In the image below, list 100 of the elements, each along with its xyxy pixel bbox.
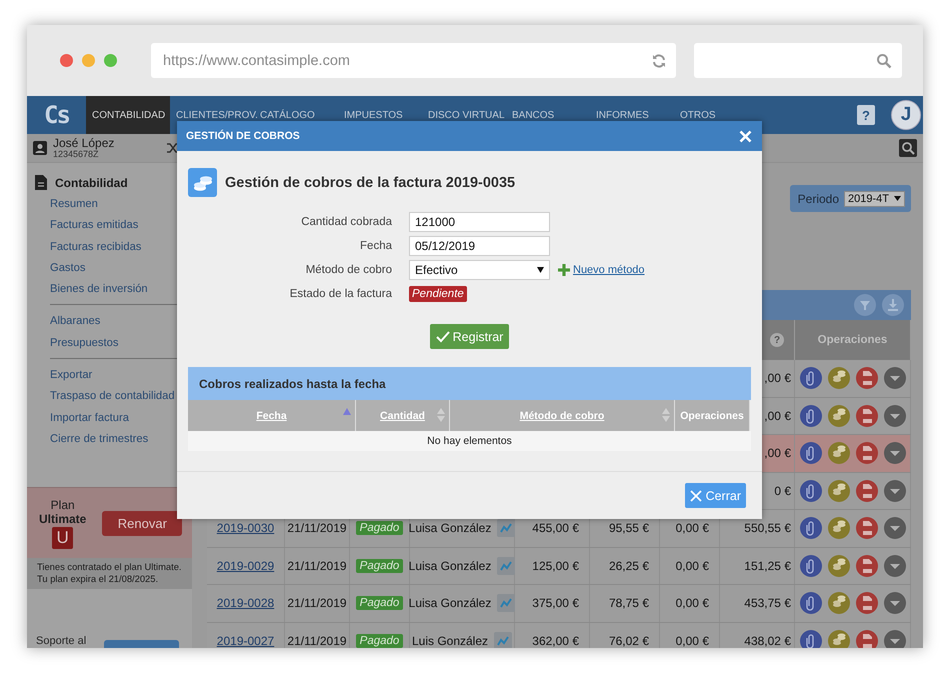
table-cell: Luisa González [408,558,492,573]
invoice-link[interactable]: 2019-0029 [216,558,274,573]
filter-icon[interactable] [854,294,876,316]
sidebar-link[interactable]: Exportar [50,365,92,386]
paperclip-icon[interactable] [800,592,822,614]
table-cell: 362,00 € [532,634,579,648]
table-cell: 76,02 € [608,634,649,648]
period-label: Periodo [798,192,840,206]
sidebar-link[interactable]: Presupuestos [50,332,118,354]
coins-icon[interactable] [828,554,850,577]
register-button[interactable]: Registrar [430,324,510,349]
user-avatar[interactable]: J [891,100,921,130]
pdf-icon[interactable] [856,554,878,577]
coins-icon[interactable] [828,592,850,614]
sidebar-link[interactable]: Bienes de inversión [50,279,148,300]
invoice-link[interactable]: 2019-0027 [216,634,274,648]
table-cell: 21/11/2019 [287,558,347,573]
status-badge: Pendiente [409,286,467,302]
pdf-icon[interactable] [856,404,878,427]
renew-button[interactable]: Renovar [102,510,182,536]
sortable-column-header[interactable]: Fecha [188,400,356,431]
invoice-link[interactable]: 2019-0028 [216,596,274,610]
plus-icon [558,264,570,276]
paperclip-icon[interactable] [800,554,822,577]
sidebar-link[interactable]: Facturas recibidas [50,236,142,258]
paperclip-icon[interactable] [800,630,822,648]
table-cell: 0,00 € [676,558,709,573]
section-title: Contabilidad [55,176,128,190]
pdf-icon[interactable] [856,517,878,540]
caret-down-icon[interactable] [884,630,906,648]
caret-down-icon[interactable] [884,404,906,427]
support-label: Soporte al [36,635,86,648]
plan-name: Ultimate [39,512,86,526]
paperclip-icon[interactable] [800,442,822,464]
table-cell: 550,55 € [744,521,791,536]
sidebar-link[interactable]: Gastos [50,258,86,280]
sortable-column-header[interactable]: Cantidad [356,400,450,431]
pdf-icon[interactable] [856,592,878,614]
new-method-link[interactable]: Nuevo método [573,264,645,276]
caret-down-icon[interactable] [884,367,906,390]
pdf-icon[interactable] [856,480,878,502]
sidebar-link[interactable]: Cierre de trimestres [50,428,148,450]
maximize-window-button[interactable] [104,54,117,67]
period-dropdown[interactable]: 2019-4T [844,190,905,206]
app-logo: Cs [43,100,70,131]
close-icon[interactable] [739,130,752,142]
sidebar-link[interactable]: Traspaso de contabilidad [50,386,175,408]
invoice-link[interactable]: 2019-0030 [216,521,274,536]
coins-icon[interactable] [828,517,850,540]
caret-down-icon[interactable] [884,592,906,614]
search-field[interactable] [694,43,902,78]
pdf-icon[interactable] [856,630,878,648]
sidebar-link[interactable]: Importar factura [50,408,129,429]
caret-down-icon[interactable] [884,480,906,502]
paperclip-icon[interactable] [800,517,822,540]
caret-down-icon[interactable] [884,517,906,540]
sidebar-link[interactable]: Albaranes [50,311,100,333]
status-badge: Pagado [356,634,404,648]
coins-icon[interactable] [828,404,850,427]
caret-down-icon[interactable] [884,554,906,577]
coins-icon[interactable] [828,442,850,464]
caret-down-icon[interactable] [884,442,906,464]
paperclip-icon[interactable] [800,404,822,427]
help-icon[interactable]: ? [857,105,875,125]
field-label: Fecha [359,240,392,252]
close-window-button[interactable] [60,54,73,67]
close-button[interactable]: Cerrar [684,483,746,508]
dropdown[interactable]: Efectivo [409,260,550,280]
search-icon[interactable] [899,139,917,157]
sidebar-link[interactable]: Resumen [50,194,98,216]
paperclip-icon[interactable] [800,367,822,390]
section-header: Cobros realizados hasta la fecha [188,367,751,400]
nav-tab[interactable]: CONTABILIDAD [86,96,170,134]
input-field[interactable]: 05/12/2019 [409,236,550,256]
table-cell: 26,25 € [608,558,649,573]
table-cell: ,00 € [764,408,791,423]
caret-down-icon [894,196,901,201]
input-field[interactable]: 121000 [409,212,550,232]
paperclip-icon[interactable] [800,480,822,502]
address-bar[interactable]: https://www.contasimple.com [151,43,676,78]
coins-icon[interactable] [828,367,850,390]
sortable-column-header[interactable]: Método de cobro [450,400,675,431]
table-cell: 455,00 € [532,521,579,536]
coins-icon[interactable] [828,630,850,648]
plan-label: Plan [50,498,75,512]
table-cell: 453,75 € [744,596,791,610]
help-icon[interactable]: ? [770,333,784,347]
table-cell: Luisa González [408,596,492,610]
download-icon[interactable] [882,294,904,316]
pdf-icon[interactable] [856,367,878,390]
reload-icon[interactable] [651,52,667,68]
table-cell: 438,02 € [744,634,791,648]
field-label: Estado de la factura [288,288,392,300]
chart-icon[interactable] [497,519,516,538]
table-cell: 151,25 € [744,558,791,573]
pdf-icon[interactable] [856,442,878,464]
table-cell: ,00 € [764,446,791,460]
dialog-heading: Gestión de cobros de la factura 2019-0035 [225,174,516,190]
coins-icon[interactable] [828,480,850,502]
sidebar-link[interactable]: Facturas emitidas [50,215,138,237]
